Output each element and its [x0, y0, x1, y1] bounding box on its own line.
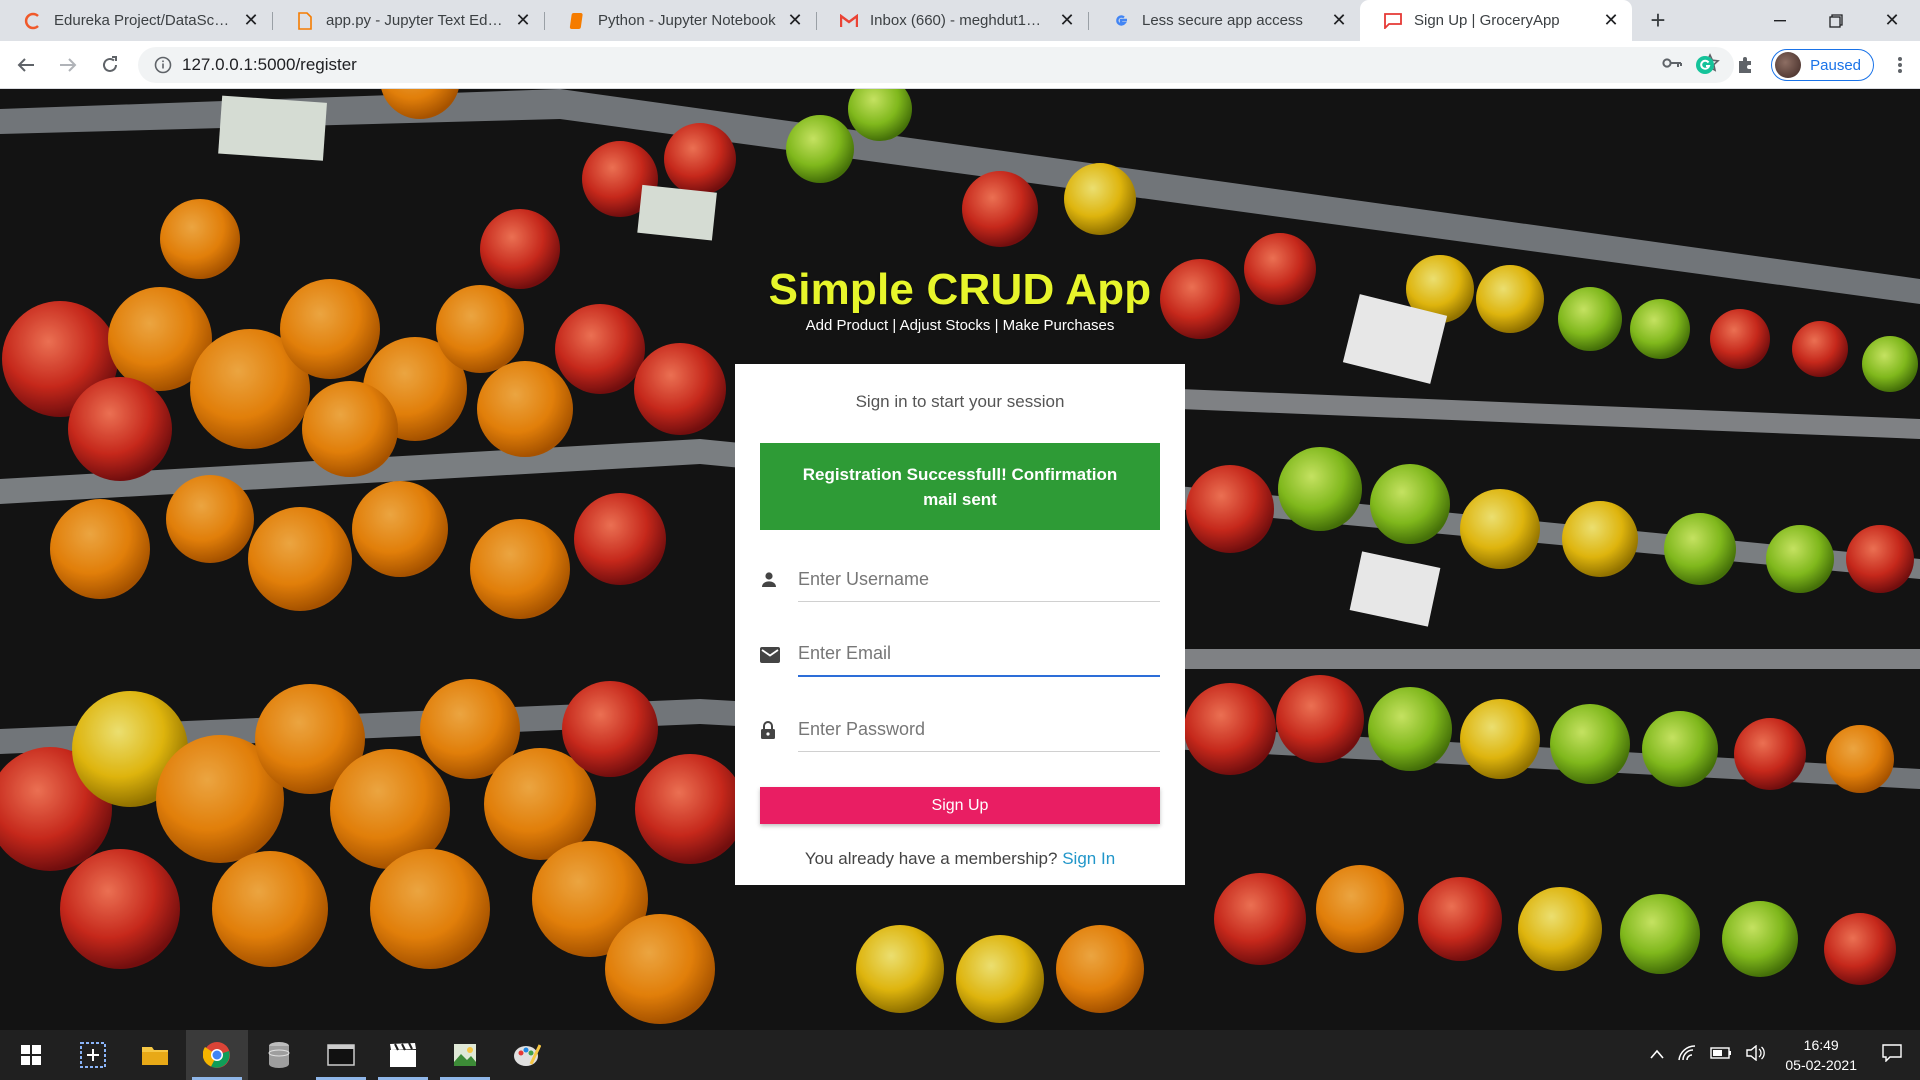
new-tab-button[interactable]: + [1638, 0, 1678, 41]
extensions-icon[interactable] [1725, 45, 1765, 85]
tab-title: app.py - Jupyter Text Editor [326, 12, 504, 29]
membership-text: You already have a membership? [804, 849, 1058, 868]
profile-button[interactable]: Paused [1771, 49, 1874, 81]
close-icon[interactable]: ✕ [1600, 10, 1622, 32]
battery-icon[interactable] [1703, 1046, 1739, 1064]
mail-icon [760, 646, 798, 663]
browser-toolbar: 127.0.0.1:5000/register Paused [0, 41, 1920, 89]
app-subtitle: Add Product | Adjust Stocks | Make Purch… [805, 317, 1115, 334]
email-input[interactable] [798, 632, 1160, 677]
close-icon[interactable]: ✕ [784, 10, 806, 32]
tab-title: Sign Up | GroceryApp [1414, 12, 1560, 29]
video-editor-icon[interactable] [372, 1030, 434, 1080]
tab-title: Python - Jupyter Notebook [598, 12, 776, 29]
username-field-group [760, 542, 1160, 617]
username-input[interactable] [798, 557, 1160, 602]
session-message: Sign in to start your session [855, 392, 1065, 411]
page-viewport: Simple CRUD App Add Product | Adjust Sto… [0, 89, 1920, 1030]
windows-taskbar: 16:49 05-02-2021 [0, 1030, 1920, 1080]
url-text: 127.0.0.1:5000/register [182, 55, 357, 74]
clock[interactable]: 16:49 05-02-2021 [1773, 1035, 1875, 1075]
close-icon[interactable]: ✕ [1056, 10, 1078, 32]
chevron-up-icon[interactable] [1643, 1046, 1671, 1064]
database-icon[interactable] [248, 1030, 310, 1080]
image-viewer-icon[interactable] [434, 1030, 496, 1080]
file-icon [296, 11, 314, 30]
volume-icon[interactable] [1739, 1044, 1773, 1066]
system-tray: 16:49 05-02-2021 [1643, 1030, 1920, 1080]
page-icon [1384, 12, 1402, 30]
app-title: Simple CRUD App [768, 265, 1152, 314]
tab-title: Edureka Project/DataSceicne [54, 12, 232, 29]
grammarly-icon[interactable] [1685, 45, 1725, 85]
signup-card: Sign in to start your session Registrati… [735, 364, 1185, 885]
gmail-icon [840, 12, 858, 30]
close-icon[interactable]: ✕ [512, 10, 534, 32]
tab-notebook[interactable]: Python - Jupyter Notebook ✕ [544, 0, 816, 41]
tab-edureka[interactable]: Edureka Project/DataSceicne ✕ [0, 0, 272, 41]
restore-icon[interactable] [1808, 0, 1864, 41]
notebook-icon [568, 12, 586, 30]
wifi-icon[interactable] [1671, 1044, 1703, 1066]
back-button[interactable] [6, 45, 46, 85]
tab-title: Inbox (660) - meghdut1996@ [870, 12, 1048, 29]
windows-start-icon[interactable] [0, 1030, 62, 1080]
tab-app-py[interactable]: app.py - Jupyter Text Editor ✕ [272, 0, 544, 41]
success-alert: Registration Successfull! Confirmation m… [760, 443, 1160, 530]
terminal-icon[interactable] [310, 1030, 372, 1080]
tab-grocery-signup[interactable]: Sign Up | GroceryApp ✕ [1360, 0, 1632, 41]
minimize-icon[interactable] [1752, 0, 1808, 41]
avatar [1775, 52, 1802, 78]
tab-title: Less secure app access [1142, 12, 1303, 29]
brand-header: Simple CRUD App Add Product | Adjust Sto… [0, 265, 1920, 334]
clock-time: 16:49 [1803, 1037, 1839, 1053]
address-bar[interactable]: 127.0.0.1:5000/register [138, 47, 1734, 83]
tab-strip: Edureka Project/DataSceicne ✕ app.py - J… [0, 0, 1920, 41]
lock-icon [760, 720, 798, 740]
person-icon [760, 571, 798, 589]
window-controls: ✕ [1752, 0, 1920, 41]
signin-link[interactable]: Sign In [1062, 849, 1115, 868]
toolbar-right: Paused [1685, 41, 1920, 89]
profile-status: Paused [1810, 56, 1861, 74]
close-icon[interactable]: ✕ [240, 10, 262, 32]
edureka-icon [24, 12, 42, 30]
email-field-group [760, 617, 1160, 692]
paint-icon[interactable] [496, 1030, 558, 1080]
tab-google[interactable]: Less secure app access ✕ [1088, 0, 1360, 41]
window-close-icon[interactable]: ✕ [1864, 0, 1920, 41]
clock-date: 05-02-2021 [1785, 1057, 1857, 1073]
close-icon[interactable]: ✕ [1328, 10, 1350, 32]
reload-button[interactable] [90, 45, 130, 85]
google-icon [1112, 12, 1130, 30]
snipping-tool-icon[interactable] [62, 1030, 124, 1080]
membership-prompt: You already have a membership? Sign In [760, 849, 1160, 869]
tab-gmail[interactable]: Inbox (660) - meghdut1996@ ✕ [816, 0, 1088, 41]
chrome-taskbar-icon[interactable] [186, 1030, 248, 1080]
password-input[interactable] [798, 707, 1160, 752]
file-explorer-icon[interactable] [124, 1030, 186, 1080]
forward-button[interactable] [48, 45, 88, 85]
info-icon[interactable] [144, 56, 182, 74]
key-icon[interactable] [1662, 56, 1682, 74]
password-field-group [760, 692, 1160, 767]
signup-button[interactable]: Sign Up [760, 787, 1160, 824]
menu-icon[interactable] [1880, 45, 1920, 85]
notification-icon[interactable] [1875, 1043, 1920, 1067]
